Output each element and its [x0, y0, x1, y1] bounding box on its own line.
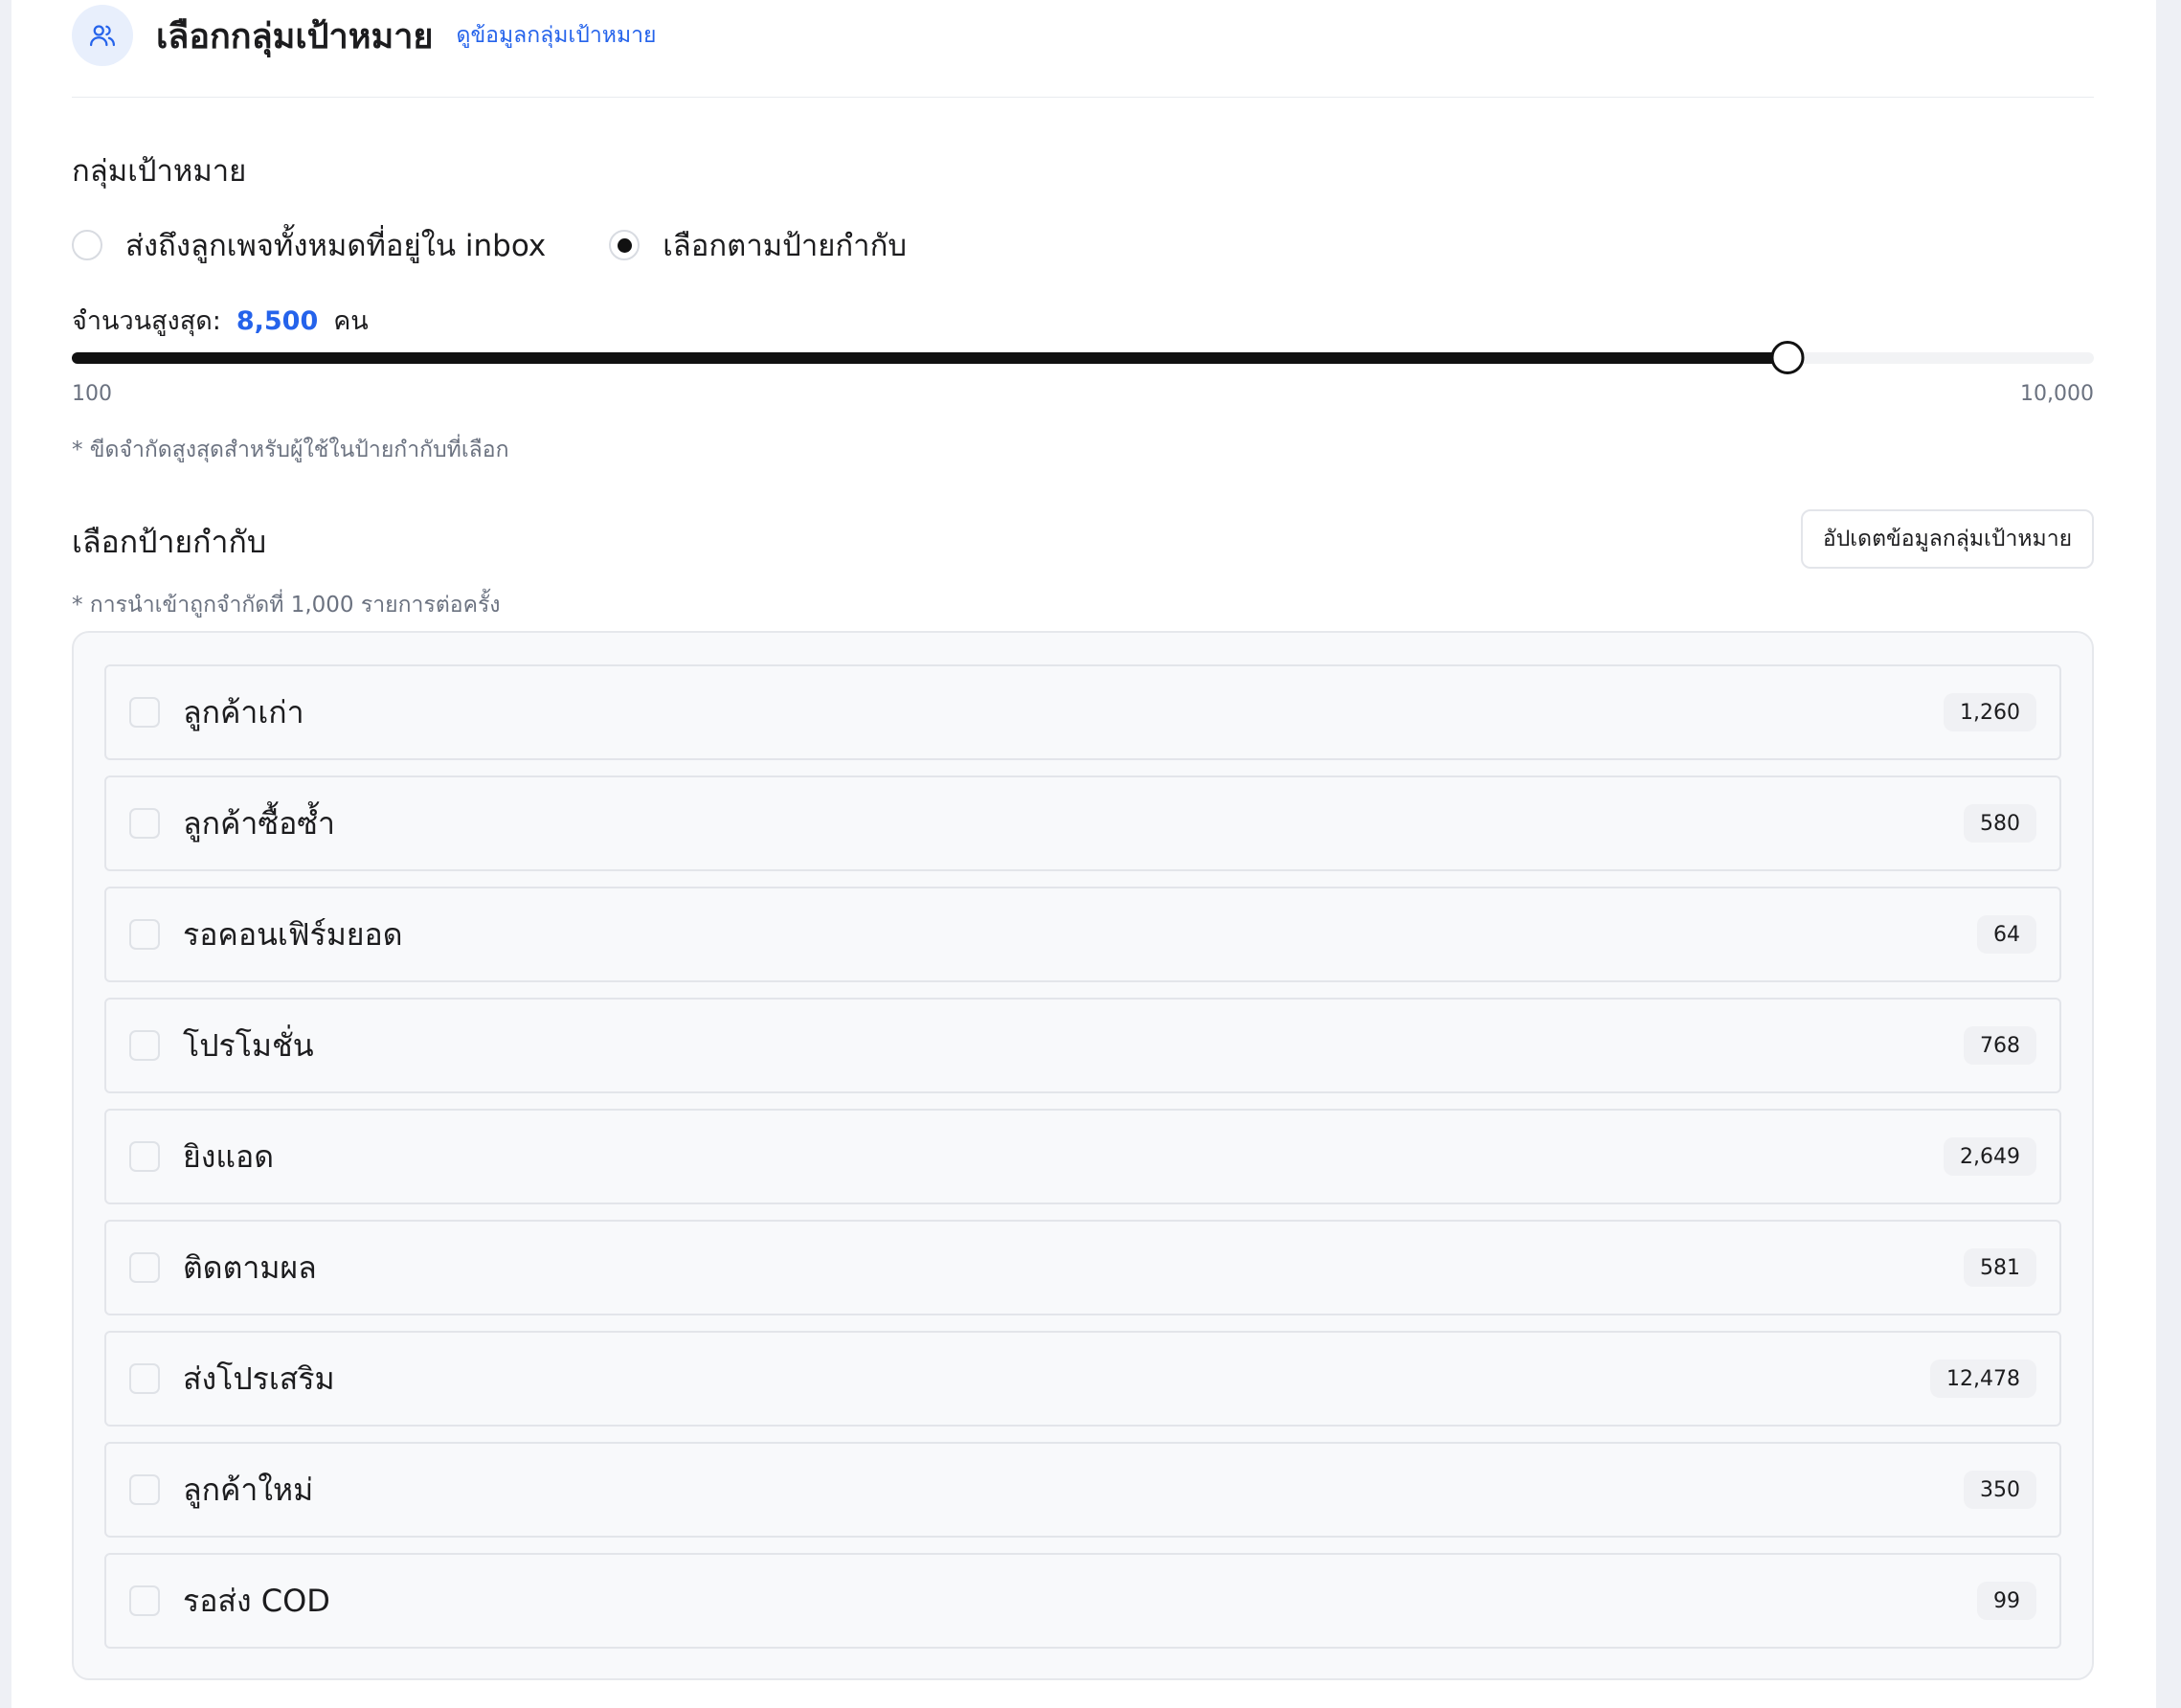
radio-button-by-tag[interactable]	[609, 230, 641, 260]
tag-item[interactable]: ลูกค้าเก่า 1,260	[104, 664, 2061, 760]
tag-checkbox[interactable]	[129, 1030, 160, 1061]
tag-item[interactable]: ส่งโปรเสริม 12,478	[104, 1331, 2061, 1427]
page-title: เลือกกลุ่มเป้าหมาย	[156, 16, 434, 56]
tag-count-badge: 99	[1977, 1582, 2036, 1620]
slider-fill	[72, 352, 1788, 364]
tag-count-badge: 12,478	[1930, 1360, 2036, 1398]
tag-checkbox[interactable]	[129, 1141, 160, 1172]
radio-option-all-inbox[interactable]: ส่งถึงลูกเพจทั้งหมดที่อยู่ใน inbox	[72, 221, 546, 269]
tag-checkbox[interactable]	[129, 808, 160, 839]
tag-list-panel: ลูกค้าเก่า 1,260 ลูกค้าซื้อซ้ำ 580 รอคอน…	[72, 631, 2094, 1680]
radio-selected-dot	[617, 237, 632, 253]
section-header: เลือกกลุ่มเป้าหมาย ดูข้อมูลกลุ่มเป้าหมาย	[72, 5, 657, 66]
tag-checkbox[interactable]	[129, 1252, 160, 1283]
radio-label-by-tag: เลือกตามป้ายกำกับ	[663, 229, 908, 263]
radio-label-all-inbox: ส่งถึงลูกเพจทั้งหมดที่อยู่ใน inbox	[125, 229, 547, 263]
tag-checkbox[interactable]	[129, 1474, 160, 1505]
radio-button-all-inbox[interactable]	[72, 230, 102, 260]
tag-label: ลูกค้าใหม่	[183, 1471, 314, 1508]
tag-label: โปรโมชั่น	[183, 1026, 314, 1064]
slider-min-label: 100	[72, 382, 112, 406]
max-count-unit: คน	[333, 306, 369, 336]
tags-section-title: เลือกป้ายกำกับ	[72, 524, 267, 560]
tag-checkbox[interactable]	[129, 919, 160, 950]
tag-label: รอคอนเฟิร์มยอด	[183, 915, 403, 953]
tag-count-badge: 2,649	[1944, 1137, 2036, 1176]
tag-item[interactable]: ลูกค้าใหม่ 350	[104, 1442, 2061, 1538]
tag-item[interactable]: ลูกค้าซื้อซ้ำ 580	[104, 775, 2061, 871]
tag-label: ติดตามผล	[183, 1248, 317, 1286]
view-target-info-link[interactable]: ดูข้อมูลกลุ่มเป้าหมาย	[457, 18, 657, 53]
tag-count-badge: 350	[1964, 1471, 2036, 1509]
max-count-label: จำนวนสูงสุด:	[72, 306, 221, 336]
tags-import-note: * การนำเข้าถูกจำกัดที่ 1,000 รายการต่อคร…	[72, 593, 501, 618]
tag-item[interactable]: ติดตามผล 581	[104, 1220, 2061, 1315]
max-count-value: 8,500	[236, 306, 319, 336]
header-divider	[72, 97, 2094, 98]
slider-max-label: 10,000	[2020, 382, 2094, 406]
max-count-row: จำนวนสูงสุด: 8,500 คน	[72, 300, 369, 341]
tag-item[interactable]: รอส่ง COD 99	[104, 1553, 2061, 1649]
tag-checkbox[interactable]	[129, 1585, 160, 1616]
tag-count-badge: 580	[1964, 804, 2036, 843]
tag-checkbox[interactable]	[129, 697, 160, 728]
max-count-slider[interactable]	[72, 341, 2094, 374]
tag-count-badge: 1,260	[1944, 693, 2036, 731]
slider-thumb[interactable]	[1770, 341, 1805, 374]
radio-option-by-tag[interactable]: เลือกตามป้ายกำกับ	[609, 221, 907, 269]
tag-label: รอส่ง COD	[183, 1582, 330, 1619]
tag-item[interactable]: ยิงแอด 2,649	[104, 1109, 2061, 1204]
target-group-label: กลุ่มเป้าหมาย	[72, 154, 247, 189]
tag-count-badge: 64	[1977, 915, 2036, 954]
update-target-button[interactable]: อัปเดตข้อมูลกลุ่มเป้าหมาย	[1801, 509, 2094, 569]
tag-item[interactable]: โปรโมชั่น 768	[104, 998, 2061, 1093]
slider-note: * ขีดจำกัดสูงสุดสำหรับผู้ใช้ในป้ายกำกับท…	[72, 438, 509, 462]
target-group-radio-group: ส่งถึงลูกเพจทั้งหมดที่อยู่ใน inbox เลือก…	[72, 223, 907, 267]
users-icon	[72, 5, 133, 66]
tag-label: ลูกค้าซื้อซ้ำ	[183, 804, 335, 842]
tag-count-badge: 581	[1964, 1248, 2036, 1287]
tag-label: ลูกค้าเก่า	[183, 693, 304, 730]
tag-count-badge: 768	[1964, 1026, 2036, 1065]
tag-checkbox[interactable]	[129, 1363, 160, 1394]
tag-label: ยิงแอด	[183, 1137, 274, 1175]
tag-label: ส่งโปรเสริม	[183, 1360, 335, 1397]
tag-item[interactable]: รอคอนเฟิร์มยอด 64	[104, 887, 2061, 982]
page: เลือกกลุ่มเป้าหมาย ดูข้อมูลกลุ่มเป้าหมาย…	[11, 0, 2156, 1708]
